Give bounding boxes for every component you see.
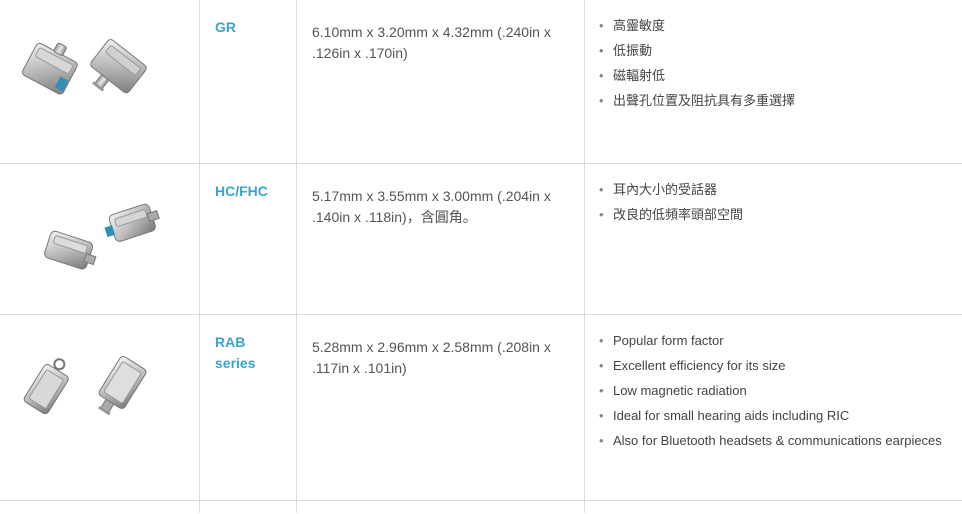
model-name-cell: HC/FHC — [199, 163, 297, 315]
bullet-icon: • — [599, 43, 604, 58]
table-row-gr: GR 6.10mm x 3.20mm x 4.32mm (.240in x .1… — [0, 0, 962, 164]
bullet-icon: • — [599, 358, 604, 373]
feature-text: 高靈敏度 — [613, 18, 666, 33]
bullet-icon: • — [599, 93, 604, 108]
list-item: • Low magnetic radiation — [599, 378, 962, 403]
bullet-icon: • — [599, 207, 604, 222]
dimensions-text: 5.17mm x 3.55mm x 3.00mm (.204in x .140i… — [312, 188, 551, 225]
list-item: • Ideal for small hearing aids including … — [599, 403, 962, 428]
dimensions-cell: 6.10mm x 3.20mm x 4.32mm (.240in x .126i… — [296, 0, 585, 164]
bullet-icon: • — [599, 408, 604, 423]
list-item: • 低振動 — [599, 38, 962, 63]
model-name: RAB series — [215, 334, 256, 371]
list-item: • 磁輻射低 — [599, 63, 962, 88]
table-row-partial — [0, 500, 962, 514]
bullet-icon: • — [599, 68, 604, 83]
product-image-cell — [0, 0, 200, 164]
feature-list: • 高靈敏度 • 低振動 • 磁輻射低 • 出聲孔位置及阻抗具有多重選擇 — [585, 0, 962, 113]
model-name: GR — [215, 19, 236, 35]
table-row-rab-series: RAB series 5.28mm x 2.96mm x 2.58mm (.20… — [0, 314, 962, 501]
list-item: • 改良的低頻率頭部空間 — [599, 202, 962, 227]
bullet-icon: • — [599, 433, 604, 448]
feature-text: Excellent efficiency for its size — [613, 358, 786, 373]
feature-list: • Popular form factor • Excellent efficien… — [585, 315, 962, 453]
list-item: • 出聲孔位置及阻抗具有多重選擇 — [599, 88, 962, 113]
feature-text: 出聲孔位置及阻抗具有多重選擇 — [613, 93, 796, 108]
hc-fhc-receiver-image — [44, 203, 160, 270]
features-cell — [585, 501, 962, 514]
table-row-hc-fhc: HC/FHC 5.17mm x 3.55mm x 3.00mm (.204in … — [0, 163, 962, 315]
dimensions-text: 5.28mm x 2.96mm x 2.58mm (.208in x .117i… — [312, 339, 551, 376]
features-cell: • 耳內大小的受話器 • 改良的低頻率頭部空間 — [584, 163, 962, 315]
feature-text: Low magnetic radiation — [613, 383, 747, 398]
feature-list: • 耳內大小的受話器 • 改良的低頻率頭部空間 — [585, 164, 962, 227]
product-image-cell — [0, 163, 200, 315]
features-cell: • Popular form factor • Excellent efficien… — [584, 314, 962, 501]
feature-text: Popular form factor — [613, 333, 724, 348]
model-name-cell: RAB series — [199, 314, 297, 501]
dimensions-cell: 5.17mm x 3.55mm x 3.00mm (.204in x .140i… — [296, 163, 585, 315]
model-name-cell — [199, 500, 297, 513]
bullet-icon: • — [599, 18, 604, 33]
feature-text: Ideal for small hearing aids including R… — [613, 408, 850, 423]
list-item: • Also for Bluetooth headsets & communica… — [599, 428, 962, 453]
model-name: HC/FHC — [215, 183, 268, 199]
receiver-spec-table: GR 6.10mm x 3.20mm x 4.32mm (.240in x .1… — [0, 0, 962, 513]
list-item: • 高靈敏度 — [599, 13, 962, 38]
list-item: • 耳內大小的受話器 — [599, 177, 962, 202]
gr-receiver-image — [22, 39, 147, 95]
feature-text: 磁輻射低 — [613, 68, 666, 83]
bullet-icon: • — [599, 383, 604, 398]
features-cell: • 高靈敏度 • 低振動 • 磁輻射低 • 出聲孔位置及阻抗具有多重選擇 — [584, 0, 962, 164]
product-image-cell — [0, 500, 200, 513]
dimensions-cell: 5.28mm x 2.96mm x 2.58mm (.208in x .117i… — [296, 314, 585, 501]
product-image-cell — [0, 314, 200, 501]
dimensions-cell — [296, 500, 585, 513]
rab-receiver-image — [23, 356, 147, 416]
list-item: • Excellent efficiency for its size — [599, 353, 962, 378]
feature-text: Also for Bluetooth headsets & communicat… — [613, 433, 942, 448]
list-item: • Popular form factor — [599, 328, 962, 353]
bullet-icon: • — [599, 333, 604, 348]
feature-text: 改良的低頻率頭部空間 — [613, 207, 744, 222]
model-name-cell: GR — [199, 0, 297, 164]
feature-text: 耳內大小的受話器 — [613, 182, 718, 197]
feature-text: 低振動 — [613, 43, 653, 58]
bullet-icon: • — [599, 182, 604, 197]
dimensions-text: 6.10mm x 3.20mm x 4.32mm (.240in x .126i… — [312, 24, 551, 61]
